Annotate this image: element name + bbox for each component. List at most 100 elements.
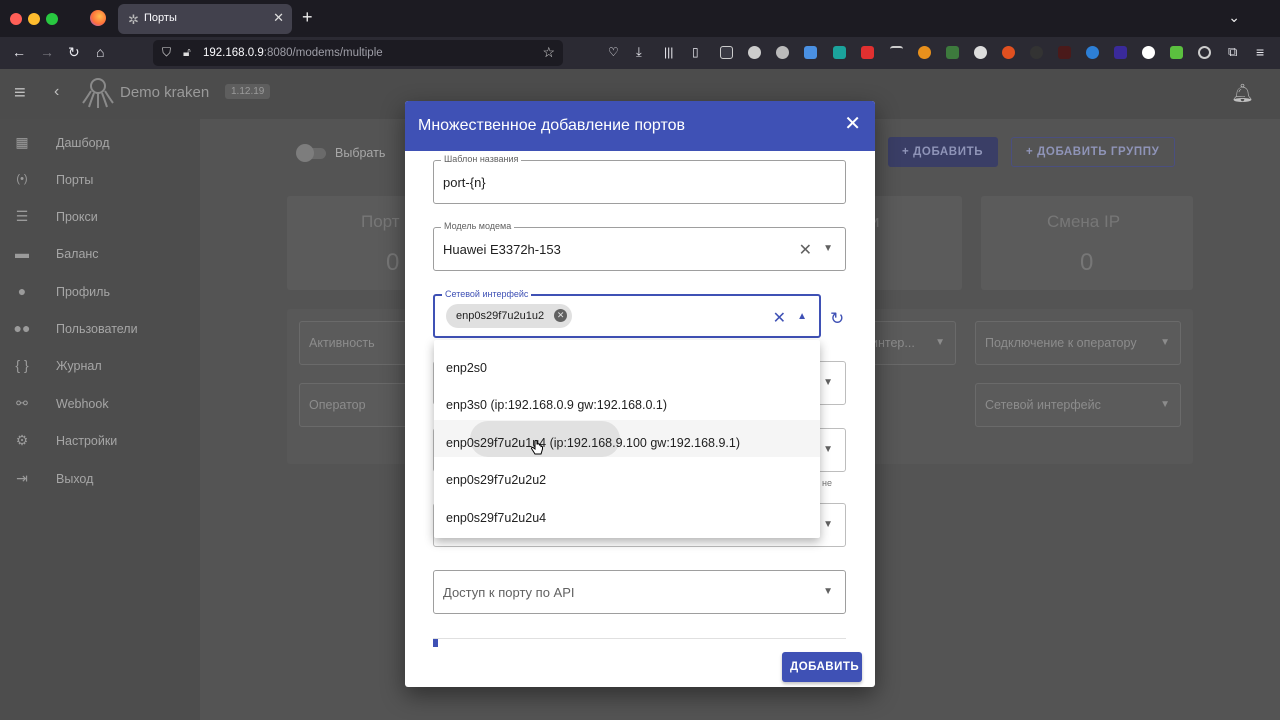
chip-remove-icon[interactable]: ✕: [554, 309, 568, 322]
sidebar-item-logout[interactable]: ⇥ Выход: [0, 461, 200, 497]
clear-icon[interactable]: ✕: [799, 240, 812, 260]
library-icon[interactable]: |||: [664, 44, 673, 60]
sidebar-item-ports[interactable]: (•) Порты: [0, 162, 200, 198]
dropdown-option[interactable]: enp3s0 (ip:192.168.0.9 gw:192.168.0.1): [434, 382, 820, 419]
menu-icon[interactable]: ≡: [14, 83, 26, 103]
sidebar-item-settings[interactable]: ⚙ Настройки: [0, 423, 200, 459]
extension-icon[interactable]: [1198, 46, 1211, 59]
section-divider: [433, 638, 846, 648]
extension-icon[interactable]: [748, 46, 761, 59]
sidebar-item-journal[interactable]: { } Журнал: [0, 348, 200, 384]
extension-icon[interactable]: [1058, 46, 1071, 59]
extension-icon[interactable]: [946, 46, 959, 59]
window-zoom-button[interactable]: [46, 13, 58, 25]
interface-type-filter[interactable]: интер... ▼: [864, 321, 956, 365]
firefox-icon[interactable]: [90, 10, 106, 26]
back-arrow-icon[interactable]: ←: [12, 44, 26, 60]
network-interface-select[interactable]: Сетевой интерфейс enp0s29f7u2u1u2 ✕ ✕ ▲: [433, 289, 821, 338]
chevron-left-icon[interactable]: ‹: [54, 83, 59, 101]
extension-icon[interactable]: [804, 46, 817, 59]
sidebar-item-webhook[interactable]: ⚯ Webhook: [0, 386, 200, 422]
api-access-select[interactable]: Доступ к порту по API ▼: [433, 570, 846, 614]
filter-label: интер...: [871, 336, 915, 350]
caret-down-icon: ▼: [823, 444, 833, 455]
sidebar-item-users[interactable]: ●● Пользователи: [0, 311, 200, 347]
sidebar-item-label: Профиль: [56, 285, 110, 299]
caret-down-icon: ▼: [823, 519, 833, 530]
filter-label: Подключение к оператору: [985, 336, 1137, 350]
extension-icon[interactable]: [918, 46, 931, 59]
add-group-button[interactable]: + ДОБАВИТЬ ГРУППУ: [1011, 137, 1175, 167]
url-bar[interactable]: ⛉ 🔓︎ 192.168.0.9:8080/modems/multiple ☆: [153, 40, 563, 66]
dropdown-option[interactable]: enp2s0: [434, 345, 820, 382]
extension-icon[interactable]: [1142, 46, 1155, 59]
modem-model-select[interactable]: Модель модема Huawei E3372h-153 ✕ ▼: [433, 221, 846, 271]
extension-icon[interactable]: [776, 46, 789, 59]
extension-icon[interactable]: [1086, 46, 1099, 59]
dropdown-option[interactable]: enp0s29f7u2u2u2: [434, 457, 820, 494]
sidebar-item-label: Настройки: [56, 434, 118, 448]
field-help-text: не: [822, 478, 832, 488]
caret-down-icon[interactable]: ▼: [823, 243, 833, 254]
caret-down-icon: ▼: [935, 337, 945, 348]
stat-card: и: [870, 196, 962, 290]
extension-icon[interactable]: [1170, 46, 1183, 59]
logout-icon: ⇥: [16, 470, 28, 486]
antenna-icon: (•): [16, 173, 28, 185]
stat-title: Порт: [361, 212, 400, 231]
shield-icon[interactable]: ⛉: [162, 45, 171, 60]
stat-title: Смена IP: [1047, 212, 1121, 231]
field-label: Модель модема: [441, 221, 515, 231]
dropdown-option[interactable]: enp0s29f7u2u2u4: [434, 495, 820, 532]
pocket-icon[interactable]: ♡: [608, 44, 619, 60]
extension-icon[interactable]: [833, 46, 846, 59]
network-interface-filter[interactable]: Сетевой интерфейс ▼: [975, 383, 1181, 427]
reload-icon[interactable]: ↻: [68, 44, 80, 60]
extension-icon[interactable]: [720, 46, 733, 59]
caret-up-icon[interactable]: ▲: [797, 311, 807, 322]
add-port-button[interactable]: + ДОБАВИТЬ: [888, 137, 998, 167]
tab-list-chevron-icon[interactable]: ⌄: [1228, 9, 1240, 26]
extension-icon[interactable]: [1002, 46, 1015, 59]
extension-icon[interactable]: [861, 46, 874, 59]
extensions-puzzle-icon[interactable]: ⧉: [1228, 44, 1237, 60]
caret-down-icon[interactable]: ▼: [823, 586, 833, 597]
dropdown-option-hovered[interactable]: enp0s29f7u2u1u4 (ip:192.168.9.100 gw:192…: [434, 420, 820, 457]
forward-arrow-icon[interactable]: →: [40, 44, 54, 60]
sidebar-item-label: Webhook: [56, 397, 109, 411]
dialog-title: Множественное добавление портов: [418, 117, 686, 134]
window-close-button[interactable]: [10, 13, 22, 25]
close-icon[interactable]: ✕: [844, 114, 861, 134]
clear-icon[interactable]: ✕: [773, 308, 786, 328]
extension-icon[interactable]: [1114, 46, 1127, 59]
bell-icon[interactable]: 🔔︎: [1231, 83, 1254, 104]
home-icon[interactable]: ⌂: [96, 44, 104, 60]
dialog-header: Множественное добавление портов ✕: [405, 101, 875, 151]
field-label: Шаблон названия: [441, 154, 522, 164]
window-minimize-button[interactable]: [28, 13, 40, 25]
activity-filter[interactable]: Активность: [299, 321, 419, 365]
name-template-field[interactable]: Шаблон названия port-{n}: [433, 154, 846, 204]
screen: ✲ Порты ✕ + ⌄ ← → ↻ ⌂ ⛉ 🔓︎ 192.168.0.9:8…: [0, 0, 1280, 720]
menu-icon[interactable]: ≡: [1256, 44, 1264, 60]
sidebar-item-proxy[interactable]: ☰ Прокси: [0, 199, 200, 235]
sidebar-item-profile[interactable]: ● Профиль: [0, 274, 200, 310]
sidebar-item-dashboard[interactable]: ▦ Дашборд: [0, 125, 200, 161]
sidebar-item-balance[interactable]: ▬ Баланс: [0, 236, 200, 272]
select-toggle-knob[interactable]: [296, 144, 314, 162]
operator-filter[interactable]: Оператор: [299, 383, 419, 427]
browser-tab[interactable]: ✲ Порты ✕: [118, 4, 292, 34]
download-icon[interactable]: ⤓: [636, 44, 642, 60]
extension-icon[interactable]: [890, 46, 903, 59]
version-badge: 1.12.19: [225, 84, 271, 99]
extension-icon[interactable]: [974, 46, 987, 59]
new-tab-icon[interactable]: +: [302, 8, 313, 26]
sidebar-toggle-icon[interactable]: ▯: [692, 44, 699, 60]
tab-close-icon[interactable]: ✕: [273, 10, 284, 26]
submit-add-button[interactable]: ДОБАВИТЬ: [782, 652, 862, 682]
lock-icon[interactable]: 🔓︎: [183, 45, 191, 60]
extension-icon[interactable]: [1030, 46, 1043, 59]
refresh-icon[interactable]: ↻: [830, 309, 844, 329]
operator-connection-filter[interactable]: Подключение к оператору ▼: [975, 321, 1181, 365]
bookmark-star-icon[interactable]: ☆: [542, 44, 555, 61]
